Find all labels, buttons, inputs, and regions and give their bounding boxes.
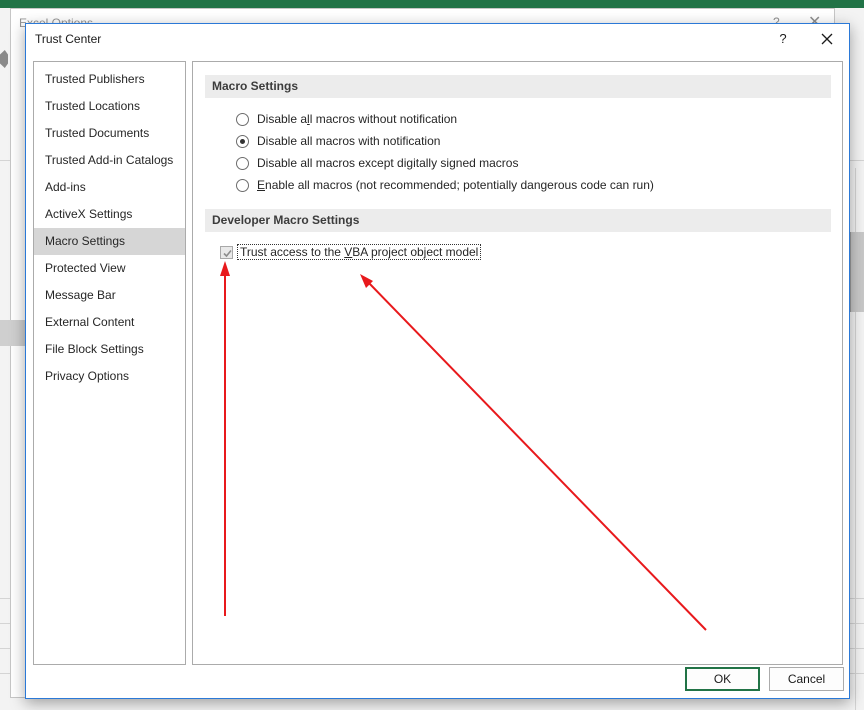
nav-item-macro-settings[interactable]: Macro Settings — [34, 228, 185, 255]
nav-item-trusted-documents[interactable]: Trusted Documents — [34, 120, 185, 147]
radio-button[interactable] — [236, 156, 249, 170]
trust-center-dialog: Trust Center ? Trusted Publishers Truste… — [25, 23, 850, 699]
trust-vba-label: Trust access to the VBA project object m… — [237, 244, 482, 260]
radio-label: Disable all macros except digitally sign… — [257, 156, 519, 170]
ok-button[interactable]: OK — [685, 667, 760, 691]
category-nav-list: Trusted Publishers Trusted Locations Tru… — [34, 62, 185, 390]
nav-item-trusted-addin-catalogs[interactable]: Trusted Add-in Catalogs — [34, 147, 185, 174]
radio-button[interactable] — [236, 178, 249, 192]
settings-content-panel: Macro Settings Disable all macros withou… — [192, 61, 843, 665]
developer-macro-settings-header: Developer Macro Settings — [205, 209, 831, 232]
close-button[interactable] — [814, 28, 840, 50]
excel-titlebar — [0, 0, 864, 8]
nav-item-add-ins[interactable]: Add-ins — [34, 174, 185, 201]
nav-item-protected-view[interactable]: Protected View — [34, 255, 185, 282]
close-icon — [821, 33, 833, 45]
radio-enable-all-macros[interactable]: Enable all macros (not recommended; pote… — [236, 176, 654, 194]
nav-item-file-block-settings[interactable]: File Block Settings — [34, 336, 185, 363]
background-panel — [0, 320, 26, 346]
radio-disable-without-notification[interactable]: Disable all macros without notification — [236, 110, 457, 128]
nav-item-activex-settings[interactable]: ActiveX Settings — [34, 201, 185, 228]
category-nav-panel: Trusted Publishers Trusted Locations Tru… — [33, 61, 186, 665]
radio-label: Enable all macros (not recommended; pote… — [257, 178, 654, 192]
radio-disable-with-notification[interactable]: Disable all macros with notification — [236, 132, 440, 150]
cancel-button[interactable]: Cancel — [769, 667, 844, 691]
dialog-title: Trust Center — [35, 32, 102, 46]
background-scrollbar — [850, 232, 864, 312]
nav-item-trusted-locations[interactable]: Trusted Locations — [34, 93, 185, 120]
radio-label: Disable all macros without notification — [257, 112, 458, 126]
nav-item-privacy-options[interactable]: Privacy Options — [34, 363, 185, 390]
help-button[interactable]: ? — [772, 28, 794, 50]
nav-item-trusted-publishers[interactable]: Trusted Publishers — [34, 66, 185, 93]
radio-button[interactable] — [236, 112, 249, 126]
nav-item-external-content[interactable]: External Content — [34, 309, 185, 336]
nav-item-message-bar[interactable]: Message Bar — [34, 282, 185, 309]
dialog-titlebar[interactable]: Trust Center ? — [26, 24, 849, 54]
checkmark-icon — [223, 249, 232, 257]
radio-button-selected[interactable] — [236, 134, 249, 148]
trust-vba-checkbox[interactable] — [220, 245, 233, 259]
trust-vba-access-option[interactable]: Trust access to the VBA project object m… — [220, 243, 482, 261]
radio-disable-except-signed[interactable]: Disable all macros except digitally sign… — [236, 154, 518, 172]
macro-settings-header: Macro Settings — [205, 75, 831, 98]
radio-label: Disable all macros with notification — [257, 134, 441, 148]
